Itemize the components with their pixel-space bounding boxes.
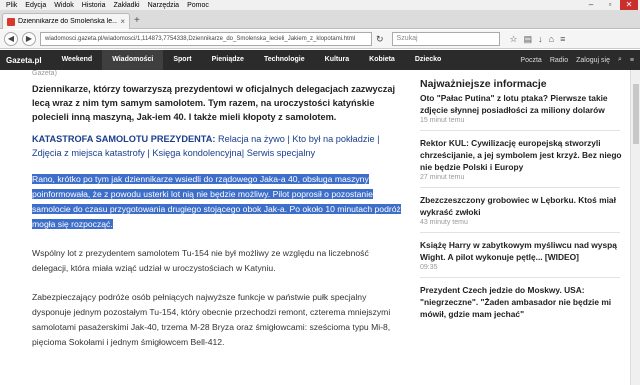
browser-menubar: Plik Edycja Widok Historia Zakładki Narz…	[0, 0, 640, 10]
nav-poczta[interactable]: Poczta	[520, 57, 541, 64]
news-time: 43 minuty temu	[420, 219, 468, 226]
page-content: Gazeta) Dziennikarze, którzy towarzyszą …	[0, 70, 630, 385]
nav-kobieta[interactable]: Kobieta	[359, 50, 405, 70]
link-zdjecia[interactable]: Zdjęcia z miejsca katastrofy	[32, 148, 145, 158]
download-icon[interactable]: ↓	[538, 34, 543, 45]
link-ksiega[interactable]: Księga kondolencyjna	[152, 148, 241, 158]
link-poklad[interactable]: Kto był na pokładzie	[292, 134, 374, 144]
close-tab-icon[interactable]: ×	[120, 17, 125, 26]
menu-edit[interactable]: Edycja	[25, 2, 46, 9]
address-bar[interactable]: wiadomosci.gazeta.pl/wiadomosci/1,114873…	[40, 32, 372, 46]
nav-technologie[interactable]: Technologie	[254, 50, 315, 70]
nav-radio[interactable]: Radio	[550, 57, 568, 64]
forward-icon[interactable]: ▶	[22, 32, 36, 46]
bookmark-star-icon[interactable]: ☆	[510, 34, 518, 45]
nav-wiadomosci[interactable]: Wiadomości	[102, 50, 164, 70]
back-icon[interactable]: ◀	[4, 32, 18, 46]
minimize-icon[interactable]: –	[582, 0, 600, 10]
article: Gazeta) Dziennikarze, którzy towarzyszą …	[32, 70, 402, 350]
page-scrollbar[interactable]	[630, 70, 640, 385]
navigation-bar: ◀ ▶ wiadomosci.gazeta.pl/wiadomosci/1,11…	[0, 30, 640, 49]
article-paragraph-2: Zabezpieczający podróże osób pełniących …	[32, 292, 391, 347]
menu-tools[interactable]: Narzędzia	[148, 2, 180, 9]
link-serwis[interactable]: Serwis specjalny	[247, 148, 315, 158]
search-input[interactable]: Szukaj	[391, 32, 500, 46]
maximize-icon[interactable]: ▫	[601, 0, 619, 10]
sidebar: Najważniejsze informacje Oto "Pałac Puti…	[420, 78, 630, 321]
nav-weekend[interactable]: Weekend	[52, 50, 103, 70]
news-item[interactable]: Rektor KUL: Cywilizację europejską stwor…	[420, 137, 630, 181]
image-caption: Gazeta)	[32, 70, 57, 77]
article-lead: Dziennikarze, którzy towarzyszą prezyden…	[32, 84, 396, 122]
nav-sport[interactable]: Sport	[163, 50, 201, 70]
tab-title: Dziennikarze do Smoleńska le...	[18, 18, 118, 25]
news-time: 27 minut temu	[420, 174, 465, 181]
news-item[interactable]: Zbezczeszczony grobowiec w Lęborku. Ktoś…	[420, 194, 630, 226]
reload-icon[interactable]: ↻	[376, 34, 384, 45]
news-item[interactable]: Prezydent Czech jedzie do Moskwy. USA: "…	[420, 284, 630, 320]
selected-paragraph: Rano, krótko po tym jak dziennikarze wsi…	[32, 172, 402, 232]
nav-kultura[interactable]: Kultura	[315, 50, 360, 70]
login-link[interactable]: Zaloguj się	[576, 57, 610, 64]
search-icon[interactable]: ⌕	[618, 56, 622, 64]
news-headline[interactable]: Oto "Pałac Putina" z lotu ptaka? Pierwsz…	[420, 92, 630, 116]
menu-history[interactable]: Historia	[82, 2, 106, 9]
divider	[420, 232, 620, 233]
nav-dziecko[interactable]: Dziecko	[405, 50, 451, 70]
browser-tab[interactable]: Dziennikarze do Smoleńska le... ×	[2, 13, 130, 29]
bookmarks-list-icon[interactable]: ▤	[524, 34, 533, 45]
menu-file[interactable]: Plik	[6, 2, 17, 9]
menu-view[interactable]: Widok	[54, 2, 73, 9]
news-time: 15 minut temu	[420, 117, 465, 124]
divider	[420, 187, 620, 188]
link-relacja[interactable]: Relacja na żywo	[218, 134, 285, 144]
window-controls: – ▫ ✕	[582, 0, 638, 10]
gazeta-favicon-icon	[7, 17, 15, 26]
sidebar-title: Najważniejsze informacje	[420, 78, 547, 90]
news-headline[interactable]: Zbezczeszczony grobowiec w Lęborku. Ktoś…	[420, 194, 630, 218]
news-headline[interactable]: Książę Harry w zabytkowym myśliwcu nad w…	[420, 239, 630, 263]
news-item[interactable]: Oto "Pałac Putina" z lotu ptaka? Pierwsz…	[420, 92, 630, 124]
new-tab-icon[interactable]: +	[134, 15, 140, 26]
hamburger-menu-icon[interactable]: ≡	[560, 34, 565, 45]
divider	[420, 130, 620, 131]
selected-text[interactable]: Rano, krótko po tym jak dziennikarze wsi…	[32, 174, 401, 229]
news-time: 09:35	[420, 264, 438, 271]
tab-bar: Dziennikarze do Smoleńska le... × +	[0, 10, 640, 29]
article-paragraph-1: Wspólny lot z prezydentem samolotem Tu-1…	[32, 248, 369, 273]
site-logo[interactable]: Gazeta.pl	[0, 56, 52, 65]
divider	[420, 277, 620, 278]
related-links: KATASTROFA SAMOLOTU PREZYDENTA: Relacja …	[32, 134, 380, 158]
links-prefix: KATASTROFA SAMOLOTU PREZYDENTA:	[32, 134, 218, 144]
news-headline[interactable]: Prezydent Czech jedzie do Moskwy. USA: "…	[420, 284, 630, 320]
site-navigation: Gazeta.pl Weekend Wiadomości Sport Pieni…	[0, 50, 640, 70]
close-window-icon[interactable]: ✕	[620, 0, 638, 10]
menu-bookmarks[interactable]: Zakładki	[113, 2, 139, 9]
nav-pieniadze[interactable]: Pieniądze	[202, 50, 254, 70]
menu-help[interactable]: Pomoc	[187, 2, 209, 9]
news-headline[interactable]: Rektor KUL: Cywilizację europejską stwor…	[420, 137, 630, 173]
home-icon[interactable]: ⌂	[549, 34, 554, 45]
scrollbar-thumb[interactable]	[633, 84, 639, 144]
news-item[interactable]: Książę Harry w zabytkowym myśliwcu nad w…	[420, 239, 630, 271]
menu-icon[interactable]: ≡	[630, 57, 634, 64]
